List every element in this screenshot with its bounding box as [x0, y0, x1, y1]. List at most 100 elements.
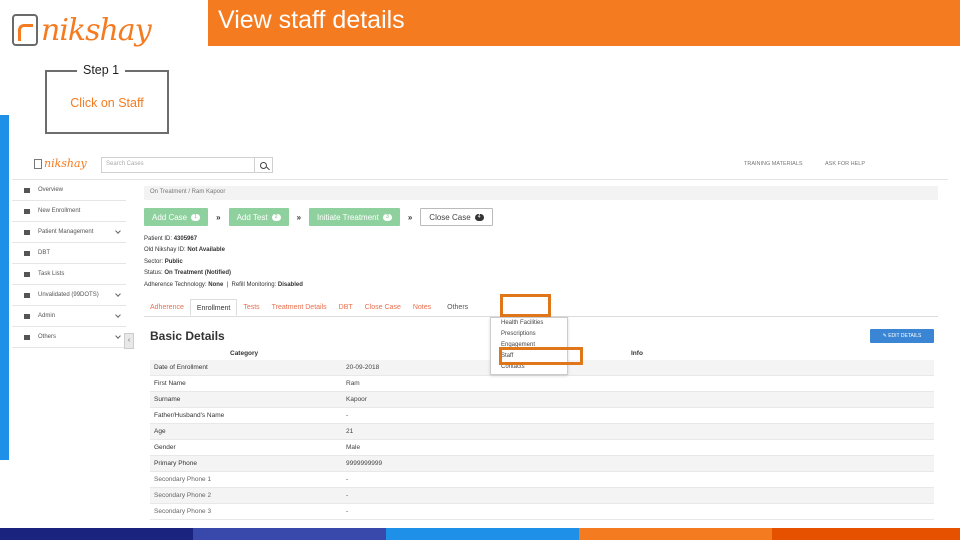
table-row: Age 21	[150, 424, 934, 440]
row-value: Male	[346, 444, 361, 451]
step-badge: 3	[382, 213, 392, 221]
row-value: -	[346, 508, 349, 515]
row-value: -	[346, 476, 349, 483]
table-row: Father/Husband's Name -	[150, 408, 934, 424]
row-key: Secondary Phone 2	[154, 492, 212, 499]
search-box: Search Cases	[101, 157, 273, 173]
training-materials-link[interactable]: TRAINING MATERIALS	[744, 161, 803, 167]
row-key: Secondary Phone 3	[154, 508, 212, 515]
patient-id-value: 4305967	[173, 236, 198, 242]
step-callout: Step 1 Click on Staff	[45, 63, 169, 134]
row-value: Ram	[346, 380, 360, 387]
sidebar-item-label: DBT	[38, 250, 50, 256]
row-value: -	[346, 492, 349, 499]
tab-close-case[interactable]: Close Case	[359, 299, 407, 316]
refill-label: Refill Monitoring:	[231, 281, 277, 288]
chevron-down-icon	[115, 228, 121, 234]
sidebar-collapse-button[interactable]: ‹	[124, 333, 134, 349]
initiate-treatment-button[interactable]: Initiate Treatment 3	[309, 208, 400, 226]
sidebar-item-admin[interactable]: Admin	[12, 306, 126, 327]
step-instruction: Click on Staff	[70, 96, 144, 110]
add-case-label: Add Case	[152, 212, 188, 222]
step-badge: 1	[191, 213, 201, 221]
edit-details-button[interactable]: ✎ EDIT DETAILS	[870, 329, 934, 343]
nikshay-logo: nikshay	[12, 8, 152, 52]
row-key: Secondary Phone 1	[154, 476, 212, 483]
app-header: nikshay Search Cases TRAINING MATERIALS …	[12, 150, 948, 180]
adherence-line: Adherence Technology: None | Refill Moni…	[144, 281, 303, 288]
others-dropdown-menu: Health Facilities Prescriptions Engageme…	[490, 317, 568, 375]
step-badge: 4	[474, 213, 484, 221]
bar-segment	[772, 528, 960, 540]
step-label: Step 1	[77, 63, 126, 77]
add-test-button[interactable]: Add Test 2	[228, 208, 289, 226]
row-key: Gender	[154, 444, 176, 451]
section-title: Basic Details	[150, 329, 225, 343]
bottom-color-bar	[0, 528, 960, 540]
patient-id-line: Patient ID: 4305967	[144, 234, 303, 245]
sidebar-item-dbt[interactable]: DBT	[12, 243, 126, 264]
patient-id-label: Patient ID:	[144, 236, 173, 242]
tab-notes[interactable]: Notes	[407, 299, 437, 316]
bar-segment	[0, 528, 193, 540]
row-value: 9999999999	[346, 460, 383, 467]
sidebar-item-overview[interactable]: Overview	[12, 180, 126, 201]
step-badge: 2	[271, 213, 281, 221]
sidebar-item-label: Unvalidated (99DOTS)	[38, 292, 99, 298]
sidebar-item-unvalidated[interactable]: Unvalidated (99DOTS)	[12, 285, 126, 306]
row-key: Surname	[154, 396, 181, 403]
bar-segment	[193, 528, 386, 540]
tab-dbt[interactable]: DBT	[333, 299, 359, 316]
row-key: First Name	[154, 380, 186, 387]
table-row: Secondary Phone 3 -	[150, 504, 934, 520]
arrow-icon: »	[296, 212, 302, 222]
tab-enrollment[interactable]: Enrollment	[189, 299, 238, 316]
menu-item-prescriptions[interactable]: Prescriptions	[491, 329, 567, 340]
accent-strip	[0, 115, 9, 460]
sidebar-item-new-enrollment[interactable]: New Enrollment	[12, 201, 126, 222]
sidebar-item-task-lists[interactable]: Task Lists	[12, 264, 126, 285]
tab-treatment-details[interactable]: Treatment Details	[266, 299, 333, 316]
app-logo[interactable]: nikshay	[34, 157, 87, 170]
plus-icon	[24, 208, 30, 214]
tab-others[interactable]: Others	[441, 299, 474, 316]
sidebar-item-label: Overview	[38, 187, 64, 193]
status-line: Status: On Treatment (Notified)	[144, 268, 303, 279]
warning-icon	[24, 292, 30, 298]
overview-icon	[24, 187, 30, 193]
add-case-button[interactable]: Add Case 1	[144, 208, 209, 226]
close-case-button[interactable]: Close Case 4	[420, 208, 493, 226]
status-value: On Treatment (Notified)	[164, 270, 232, 277]
sector-line: Sector: Public	[144, 257, 303, 268]
bar-segment	[579, 528, 772, 540]
sidebar-item-patient-management[interactable]: Patient Management	[12, 222, 126, 243]
menu-item-health-facilities[interactable]: Health Facilities	[491, 318, 567, 329]
row-value: 21	[346, 428, 354, 435]
row-key: Father/Husband's Name	[154, 412, 225, 419]
add-test-label: Add Test	[236, 212, 268, 222]
tab-adherence[interactable]: Adherence	[144, 299, 190, 316]
chevron-down-icon	[115, 291, 121, 297]
tab-tests[interactable]: Tests	[237, 299, 265, 316]
app-logo-text: nikshay	[44, 157, 87, 170]
briefcase-icon	[24, 229, 30, 235]
table-row: Secondary Phone 2 -	[150, 488, 934, 504]
initiate-treatment-label: Initiate Treatment	[317, 212, 379, 222]
adherence-label: Adherence Technology:	[144, 281, 207, 288]
sidebar-item-label: New Enrollment	[38, 208, 81, 214]
row-value: -	[346, 412, 349, 419]
sidebar-item-label: Task Lists	[38, 271, 65, 277]
patient-summary: Patient ID: 4305967 Old Nikshay ID: Not …	[144, 234, 303, 291]
sidebar-item-label: Admin	[38, 313, 56, 319]
search-button[interactable]	[254, 158, 272, 172]
sector-label: Sector:	[144, 258, 164, 265]
sidebar-item-others[interactable]: Others	[12, 327, 126, 348]
sidebar-item-label: Patient Management	[38, 229, 94, 235]
bar-segment	[386, 528, 579, 540]
status-label: Status:	[144, 270, 163, 277]
table-row: First Name Ram	[150, 376, 934, 392]
table-row: Surname Kapoor	[150, 392, 934, 408]
ask-for-help-link[interactable]: ASK FOR HELP	[825, 161, 865, 167]
staff-item-highlight	[499, 347, 583, 365]
search-input[interactable]: Search Cases	[102, 158, 254, 172]
